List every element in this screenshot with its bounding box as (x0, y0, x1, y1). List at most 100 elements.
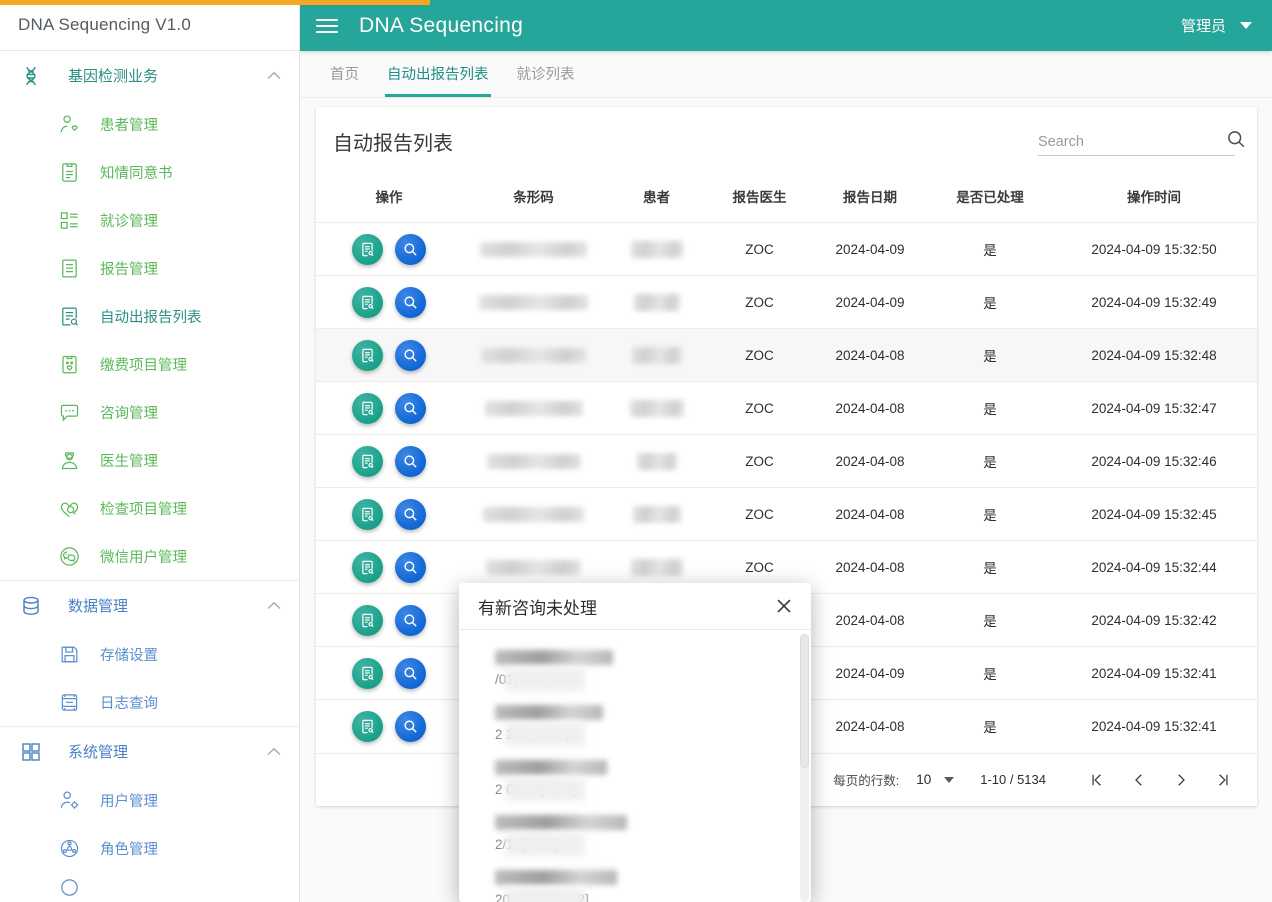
search-input[interactable] (1038, 133, 1225, 150)
cell-operation (316, 382, 462, 435)
cell-processed: 是 (983, 614, 997, 629)
table-row[interactable]: ZOC 2024-04-09 是 2024-04-09 15:32:50 (316, 222, 1257, 276)
dna-icon (14, 62, 48, 90)
notice-meta: 20 /02/20[1662] (495, 888, 789, 902)
cell-op-time: 2024-04-09 15:32:47 (1091, 400, 1217, 416)
search-icon[interactable] (1225, 128, 1247, 150)
table-row[interactable]: ZOC 2024-04-08 是 2024-04-09 15:32:45 (316, 487, 1257, 541)
sidebar-item-exam-item-management[interactable]: 检查项目管理 (0, 484, 299, 532)
close-icon[interactable] (773, 595, 795, 617)
chevron-down-icon (1240, 22, 1252, 29)
nav-group-header-gene-business[interactable]: 基因检测业务 (0, 51, 299, 100)
sidebar-item-consultation-management[interactable]: 咨询管理 (0, 388, 299, 436)
list-item[interactable]: 2 2/11[7075] (459, 697, 811, 752)
table-row[interactable]: ZOC 2024-04-08 是 2024-04-09 15:32:46 (316, 434, 1257, 488)
view-detail-button[interactable] (395, 445, 426, 477)
view-detail-button[interactable] (395, 710, 426, 742)
user-menu-button[interactable]: 管理员 (1181, 15, 1252, 36)
table-header-row: 操作 条形码 患者 报告医生 报告日期 是否已处理 操作时间 (316, 176, 1257, 223)
generate-report-button[interactable] (352, 286, 383, 318)
user-label: 管理员 (1180, 18, 1226, 35)
view-detail-button[interactable] (395, 498, 426, 530)
cell-report-date: 2024-04-08 (835, 453, 905, 469)
generate-report-button[interactable] (352, 445, 383, 477)
tab-home[interactable]: 首页 (316, 63, 373, 97)
view-detail-button[interactable] (395, 604, 426, 636)
generate-report-button[interactable] (352, 339, 383, 371)
column-header-doctor: 报告医生 (732, 190, 787, 205)
sidebar-item-role-management[interactable]: 角色管理 (0, 824, 299, 872)
table-row[interactable]: ZOC 2024-04-08 是 2024-04-09 15:32:47 (316, 381, 1257, 435)
cell-processed: 是 (983, 243, 997, 258)
list-item[interactable]: 20 /02/20[1662] (459, 862, 811, 902)
modal-header: 有新咨询未处理 (459, 583, 811, 630)
generate-report-button[interactable] (352, 710, 383, 742)
sidebar-item-label: 角色管理 (100, 841, 158, 858)
notice-meta: /01[7668] (495, 668, 789, 691)
chevron-up-icon[interactable] (267, 71, 281, 80)
last-page-icon[interactable] (1206, 763, 1240, 797)
generate-report-button[interactable] (352, 498, 383, 530)
cell-op-time: 2024-04-09 15:32:50 (1091, 241, 1217, 257)
sidebar-item-payment-item-management[interactable]: 缴费项目管理 (0, 340, 299, 388)
generate-report-button[interactable] (352, 551, 383, 583)
notice-name (495, 760, 607, 775)
sidebar-item-visit-management[interactable]: 就诊管理 (0, 196, 299, 244)
next-page-icon[interactable] (1164, 763, 1198, 797)
chevron-up-icon[interactable] (267, 601, 281, 610)
chevron-up-icon[interactable] (267, 747, 281, 756)
view-detail-button[interactable] (395, 339, 426, 371)
tab-bar: 首页 自动出报告列表 就诊列表 (300, 51, 1272, 98)
sidebar-item-consent-form[interactable]: 知情同意书 (0, 148, 299, 196)
sidebar-item-label: 就诊管理 (100, 213, 158, 230)
sidebar-item-report-management[interactable]: 报告管理 (0, 244, 299, 292)
log-list-icon (56, 689, 82, 715)
sidebar-item-partial[interactable] (0, 872, 299, 902)
cell-barcode (462, 276, 605, 329)
partial-icon (56, 874, 82, 900)
wechat-icon (56, 543, 82, 569)
rows-per-page-select[interactable]: 10 (916, 772, 955, 787)
nav-group-label: 基因检测业务 (68, 68, 159, 85)
generate-report-button[interactable] (352, 604, 383, 636)
sidebar-item-doctor-management[interactable]: 医生管理 (0, 436, 299, 484)
nav-group-system-management: 系统管理 用户管理 角色管理 (0, 727, 299, 902)
tab-auto-report-list[interactable]: 自动出报告列表 (373, 63, 503, 97)
sidebar-item-user-management[interactable]: 用户管理 (0, 776, 299, 824)
modal-scrollbar-track[interactable] (800, 634, 809, 902)
cell-operation (316, 594, 462, 647)
modal-scrollbar-thumb[interactable] (800, 634, 809, 768)
view-detail-button[interactable] (395, 392, 426, 424)
view-detail-button[interactable] (395, 286, 426, 318)
sidebar-item-patient-management[interactable]: 患者管理 (0, 100, 299, 148)
list-item[interactable]: 2 02/18[4048] (459, 752, 811, 807)
table-row[interactable]: ZOC 2024-04-09 是 2024-04-09 15:32:49 (316, 275, 1257, 329)
sidebar-item-label: 知情同意书 (100, 165, 173, 182)
table-row[interactable]: ZOC 2024-04-08 是 2024-04-09 15:32:48 (316, 328, 1257, 382)
sidebar-item-storage-settings[interactable]: 存储设置 (0, 630, 299, 678)
view-detail-button[interactable] (395, 551, 426, 583)
list-item[interactable]: /01[7668] (459, 642, 811, 697)
cell-report-date: 2024-04-09 (835, 241, 905, 257)
prev-page-icon[interactable] (1122, 763, 1156, 797)
cell-report-date: 2024-04-08 (835, 400, 905, 416)
nav-group-header-system-management[interactable]: 系统管理 (0, 727, 299, 776)
sidebar-item-wechat-user-management[interactable]: 微信用户管理 (0, 532, 299, 580)
view-detail-button[interactable] (395, 233, 426, 265)
list-item[interactable]: 2/19[7413] (459, 807, 811, 862)
notice-meta: 2/19[7413] (495, 833, 789, 856)
database-icon (14, 592, 48, 620)
tab-visit-list[interactable]: 就诊列表 (503, 63, 589, 97)
cell-processed: 是 (983, 667, 997, 682)
sidebar-item-auto-report-list[interactable]: 自动出报告列表 (0, 292, 299, 340)
view-detail-button[interactable] (395, 657, 426, 689)
cell-barcode (462, 435, 605, 488)
hamburger-icon[interactable] (316, 15, 338, 37)
generate-report-button[interactable] (352, 657, 383, 689)
cell-operation (316, 700, 462, 753)
generate-report-button[interactable] (352, 392, 383, 424)
first-page-icon[interactable] (1080, 763, 1114, 797)
sidebar-item-log-query[interactable]: 日志查询 (0, 678, 299, 726)
generate-report-button[interactable] (352, 233, 383, 265)
nav-group-header-data-management[interactable]: 数据管理 (0, 581, 299, 630)
